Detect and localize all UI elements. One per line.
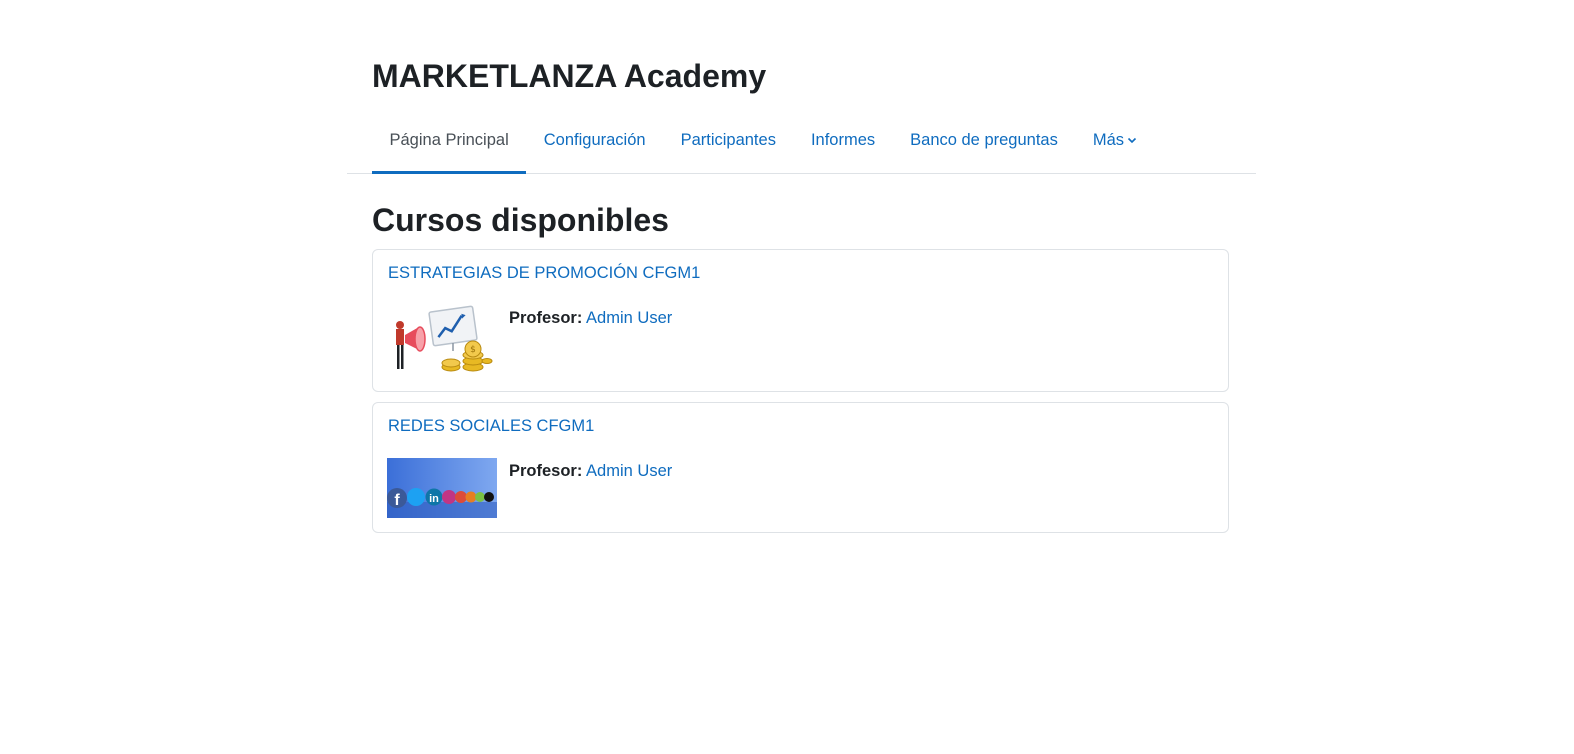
tab-label: Más [1092, 130, 1125, 149]
chevron-down-icon [1127, 137, 1137, 144]
svg-text:f: f [394, 492, 400, 509]
tab-label: Informes [810, 130, 876, 149]
tab-participantes[interactable]: Participantes [663, 118, 793, 174]
course-navigation: Página Principal Configuración Participa… [347, 118, 1256, 174]
teacher-label: Profesor: [509, 462, 583, 480]
tab-configuracion[interactable]: Configuración [526, 118, 663, 174]
course-card: ESTRATEGIAS DE PROMOCIÓN CFGM1 $ Profeso… [372, 249, 1229, 392]
teacher-info: Profesor: Admin User [509, 462, 672, 481]
tab-informes[interactable]: Informes [793, 118, 892, 174]
course-name-link[interactable]: REDES SOCIALES CFGM1 [388, 417, 594, 436]
course-name-link[interactable]: ESTRATEGIAS DE PROMOCIÓN CFGM1 [388, 264, 700, 283]
tab-mas[interactable]: Más [1075, 118, 1154, 174]
tab-banco-de-preguntas[interactable]: Banco de preguntas [893, 118, 1076, 174]
course-card: REDES SOCIALES CFGM1 f in Profesor: Admi… [372, 402, 1229, 533]
section-title: Cursos disponibles [372, 202, 669, 238]
tab-label: Banco de preguntas [910, 130, 1058, 149]
svg-text:$: $ [470, 345, 476, 355]
tab-label: Página Principal [389, 130, 509, 149]
tab-pagina-principal[interactable]: Página Principal [372, 118, 527, 174]
site-title: MARKETLANZA Academy [372, 58, 767, 94]
teacher-name-link[interactable]: Admin User [586, 309, 672, 327]
teacher-name-link[interactable]: Admin User [586, 462, 672, 480]
teacher-info: Profesor: Admin User [509, 309, 672, 328]
tab-label: Configuración [543, 130, 646, 149]
teacher-label: Profesor: [509, 309, 583, 327]
tab-label: Participantes [680, 130, 776, 149]
svg-text:in: in [429, 493, 439, 505]
course-image[interactable]: f in [387, 458, 497, 518]
course-image[interactable]: $ [387, 305, 499, 375]
